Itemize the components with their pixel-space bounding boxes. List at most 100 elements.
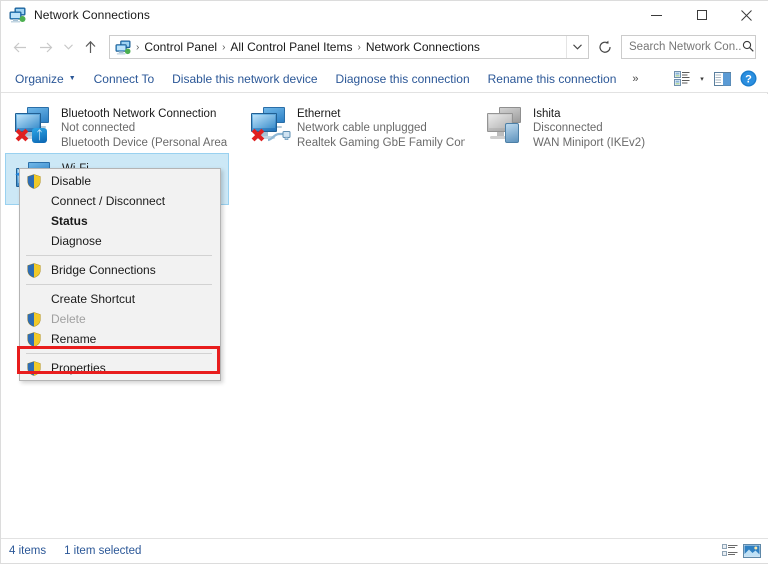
connection-text: Ethernet Network cable unplugged Realtek… <box>297 103 465 151</box>
shield-icon <box>24 262 46 278</box>
address-bar-row: › Control Panel › All Control Panel Item… <box>1 29 768 65</box>
menu-item-create-shortcut[interactable]: Create Shortcut <box>20 289 220 309</box>
connection-name: Ishita <box>533 108 561 120</box>
menu-item-label: Properties <box>51 361 106 375</box>
vpn-badge-icon <box>505 123 519 143</box>
menu-item-label: Rename <box>51 332 97 346</box>
menu-item-properties[interactable]: Properties <box>20 358 220 378</box>
menu-item-rename[interactable]: Rename <box>20 329 220 349</box>
menu-item-label: Delete <box>51 312 86 326</box>
vpn-adapter-icon <box>483 103 529 147</box>
no-icon <box>24 193 46 209</box>
breadcrumb-network-connections[interactable]: Network Connections <box>366 40 480 54</box>
overflow-button[interactable]: » <box>625 68 644 90</box>
bluetooth-badge-icon: ᛏ <box>32 128 47 143</box>
selection-count-label: 1 item selected <box>64 545 142 557</box>
menu-item-disable[interactable]: Disable <box>20 171 220 191</box>
shield-icon <box>24 331 46 347</box>
diagnose-connection-button[interactable]: Diagnose this connection <box>327 68 479 90</box>
connection-name: Ethernet <box>297 108 341 120</box>
connection-item-ethernet[interactable]: ✖ Ethernet Network cable unplugged Realt… <box>241 99 465 151</box>
view-options-icon[interactable] <box>669 68 695 90</box>
up-button[interactable] <box>77 34 103 60</box>
large-icons-view-icon[interactable] <box>741 541 763 561</box>
title-bar: Network Connections <box>1 1 768 29</box>
breadcrumb-all-control-panel-items[interactable]: All Control Panel Items <box>230 40 352 54</box>
svg-text:?: ? <box>745 74 752 86</box>
connection-device: Bluetooth Device (Personal Area ... <box>61 137 229 149</box>
breadcrumb-separator: › <box>357 41 361 53</box>
connection-name: Bluetooth Network Connection <box>61 108 217 120</box>
connection-status: Network cable unplugged <box>297 122 427 134</box>
back-button[interactable] <box>7 34 33 60</box>
command-bar-right: ▾ ? <box>669 68 768 90</box>
no-icon <box>24 291 46 307</box>
no-icon <box>24 213 46 229</box>
breadcrumb-separator: › <box>136 41 140 53</box>
organize-button[interactable]: Organize ▼ <box>6 68 85 90</box>
menu-item-diagnose[interactable]: Diagnose <box>20 231 220 251</box>
window-controls <box>634 1 768 29</box>
menu-item-label: Bridge Connections <box>51 263 156 277</box>
network-connections-icon <box>9 7 26 23</box>
connection-device: WAN Miniport (IKEv2) <box>533 137 646 149</box>
connection-item-ishita[interactable]: Ishita Disconnected WAN Miniport (IKEv2) <box>477 99 701 151</box>
network-adapter-icon: ✖ <box>247 103 293 147</box>
menu-item-bridge-connections[interactable]: Bridge Connections <box>20 260 220 280</box>
connection-status: Not connected <box>61 122 136 134</box>
menu-item-delete: Delete <box>20 309 220 329</box>
menu-item-label: Connect / Disconnect <box>51 194 166 208</box>
network-cable-badge-icon <box>267 130 291 142</box>
shield-icon <box>24 173 46 189</box>
search-icon[interactable] <box>742 40 754 55</box>
connection-device: Realtek Gaming GbE Family Contr... <box>297 137 465 149</box>
shield-icon <box>24 311 46 327</box>
no-icon <box>24 233 46 249</box>
connection-item-bluetooth[interactable]: ✖ ᛏ Bluetooth Network Connection Not con… <box>5 99 229 151</box>
minimize-button[interactable] <box>634 1 679 29</box>
rename-connection-button[interactable]: Rename this connection <box>479 68 626 90</box>
breadcrumb-control-panel[interactable]: Control Panel <box>144 40 217 54</box>
menu-item-label: Disable <box>51 174 92 188</box>
search-box[interactable] <box>621 35 756 59</box>
connect-to-button[interactable]: Connect To <box>85 68 164 90</box>
preview-pane-icon[interactable] <box>709 68 735 90</box>
search-input[interactable] <box>629 41 741 53</box>
item-count-label: 4 items <box>9 545 47 557</box>
menu-item-connect-disconnect[interactable]: Connect / Disconnect <box>20 191 220 211</box>
connection-text: Ishita Disconnected WAN Miniport (IKEv2) <box>533 103 645 151</box>
menu-item-label: Create Shortcut <box>51 292 136 306</box>
help-icon[interactable]: ? <box>735 68 761 90</box>
close-button[interactable] <box>724 1 768 29</box>
chevron-down-icon: ▼ <box>68 75 76 82</box>
view-toggle-group <box>719 541 768 561</box>
menu-item-label: Diagnose <box>51 234 102 248</box>
network-adapter-icon: ✖ ᛏ <box>11 103 57 147</box>
status-bar: 4 items 1 item selected <box>1 538 768 563</box>
shield-icon <box>24 360 46 376</box>
menu-separator <box>26 353 212 354</box>
window-title: Network Connections <box>34 8 150 22</box>
chevron-down-icon[interactable] <box>566 36 588 58</box>
recent-locations-button[interactable] <box>59 34 77 60</box>
maximize-button[interactable] <box>679 1 724 29</box>
network-connections-window: Network Connections › Control Panel › Al… <box>0 0 768 564</box>
refresh-icon[interactable] <box>593 35 617 59</box>
menu-item-status[interactable]: Status <box>20 211 220 231</box>
error-badge-icon: ✖ <box>14 125 30 147</box>
disable-network-device-button[interactable]: Disable this network device <box>163 68 326 90</box>
command-bar: Organize ▼ Connect To Disable this netwo… <box>1 65 768 93</box>
details-view-icon[interactable] <box>719 541 741 561</box>
view-options-caret-icon[interactable]: ▾ <box>695 75 709 83</box>
forward-button[interactable] <box>33 34 59 60</box>
menu-separator <box>26 255 212 256</box>
menu-item-label: Status <box>51 214 88 228</box>
context-menu: Disable Connect / Disconnect Status Diag… <box>19 168 221 381</box>
network-connections-icon <box>115 39 131 55</box>
breadcrumb-bar[interactable]: › Control Panel › All Control Panel Item… <box>109 35 589 59</box>
breadcrumb-separator: › <box>222 41 226 53</box>
error-badge-icon: ✖ <box>250 125 266 147</box>
menu-separator <box>26 284 212 285</box>
connection-status: Disconnected <box>533 122 603 134</box>
organize-label: Organize <box>15 71 64 86</box>
